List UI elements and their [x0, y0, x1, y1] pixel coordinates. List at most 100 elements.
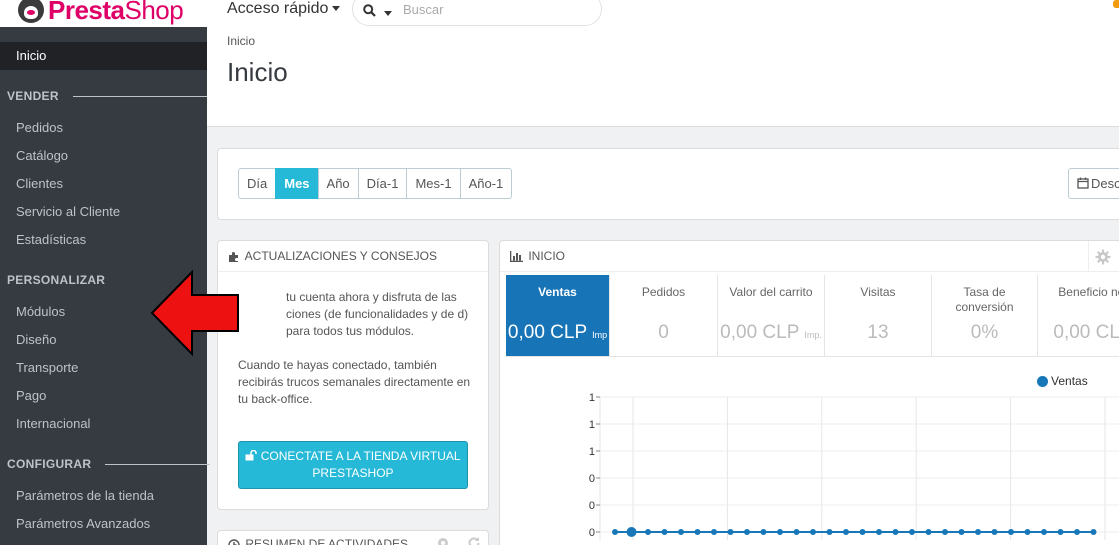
period-button-dia-1[interactable]: Día-1: [357, 168, 408, 199]
activity-panel: RESUMEN DE ACTIVIDADES: [217, 530, 489, 545]
kpi-value: 0,00 CLP Imp.: [720, 322, 822, 343]
data-point: [843, 529, 849, 535]
clock-icon: [228, 539, 240, 545]
kpi-value: 0,00 CLP Imp: [507, 322, 608, 343]
breadcrumb[interactable]: Inicio: [227, 34, 255, 48]
divider: [1088, 241, 1089, 272]
kpi-label: Valor del carrito: [729, 285, 813, 299]
data-point: [760, 529, 767, 535]
kpi-label: Beneficio net: [1058, 285, 1119, 299]
data-point: [727, 529, 734, 535]
page-header: Inicio Inicio: [207, 27, 1119, 127]
tips-panel-title: ACTUALIZACIONES Y CONSEJOS: [244, 249, 437, 263]
sidebar-item-inicio[interactable]: Inicio: [0, 42, 207, 70]
bar-chart-icon: [510, 251, 523, 263]
divider: [506, 356, 1119, 357]
chevron-down-icon: [332, 6, 341, 12]
date-range-button[interactable]: Desc: [1068, 168, 1119, 199]
refresh-icon[interactable]: [467, 536, 481, 545]
kpi-value: 0: [658, 322, 669, 343]
sidebar-item-clientes[interactable]: Clientes: [16, 176, 63, 191]
period-button-mes[interactable]: Mes: [275, 168, 319, 199]
logo-text-light: Shop: [124, 0, 184, 25]
logo-text-bold: Presta: [48, 0, 125, 25]
period-button-dia[interactable]: Día: [238, 168, 277, 199]
search-icon[interactable]: [363, 4, 376, 17]
kpi-visitas[interactable]: Visitas 13: [825, 275, 932, 356]
data-point: [626, 527, 637, 537]
data-point: [810, 529, 816, 535]
sidebar-section-configurar: CONFIGURAR: [7, 457, 211, 471]
kpi-value: 13: [867, 322, 889, 343]
data-point: [694, 529, 701, 535]
quick-access-dropdown[interactable]: Acceso rápido: [227, 0, 341, 18]
data-point: [612, 529, 618, 535]
sidebar-item-modulos[interactable]: Módulos: [16, 304, 65, 319]
sidebar-item-parametros-tienda[interactable]: Parámetros de la tienda: [16, 488, 154, 503]
kpi-label: Ventas: [538, 285, 577, 299]
period-button-mes-1[interactable]: Mes-1: [406, 168, 461, 199]
y-tick-label: 1: [589, 419, 595, 431]
kpi-value: 0%: [970, 322, 999, 343]
sidebar-item-parametros-avanzados[interactable]: Parámetros Avanzados: [16, 516, 150, 531]
tips-text-2: Cuando te hayas conectado, también recib…: [238, 358, 471, 406]
red-arrow-annotation: [150, 270, 239, 356]
kpi-label: Tasa de conversión: [955, 285, 1014, 314]
data-point: [1090, 529, 1097, 535]
kpi-value: 0,00 CLP: [1053, 322, 1119, 343]
kpi-label: Visitas: [860, 285, 896, 299]
period-selector-panel: Día Mes Año Día-1 Mes-1 Año-1 Desc: [217, 148, 1119, 220]
puffin-logo-icon: [18, 0, 44, 23]
gear-icon[interactable]: [1095, 249, 1111, 265]
y-tick-label: 0: [589, 473, 595, 485]
sidebar-item-transporte[interactable]: Transporte: [16, 360, 78, 375]
sidebar-item-internacional[interactable]: Internacional: [16, 416, 90, 431]
sidebar-item-diseno[interactable]: Diseño: [16, 332, 56, 347]
dashboard-panel: INICIO Ventas 0,00 CLP Imp Pedidos 0 Val…: [499, 240, 1119, 545]
search-type-chevron-icon[interactable]: [384, 11, 392, 16]
data-point: [909, 529, 915, 535]
prestashop-logo[interactable]: PrestaShop: [18, 0, 184, 25]
top-bar: PrestaShop Acceso rápido: [0, 0, 1119, 27]
date-range-label: Desc: [1091, 176, 1119, 191]
notification-indicator[interactable]: [1113, 0, 1119, 8]
sidebar-section-vender: VENDER: [7, 89, 210, 103]
sidebar-item-pedidos[interactable]: Pedidos: [16, 120, 63, 135]
dashboard-panel-heading: INICIO: [500, 241, 1119, 272]
y-tick-label: 0: [589, 527, 595, 539]
sidebar-item-pago[interactable]: Pago: [16, 388, 46, 403]
data-point: [1041, 529, 1047, 535]
kpi-pedidos[interactable]: Pedidos 0: [610, 275, 718, 356]
sidebar-item-servicio-cliente[interactable]: Servicio al Cliente: [16, 204, 120, 219]
data-point: [1024, 529, 1031, 535]
y-tick-label: 1: [589, 392, 595, 404]
kpi-beneficio-neto[interactable]: Beneficio net 0,00 CLP: [1038, 275, 1119, 356]
data-point: [1057, 529, 1064, 535]
data-point: [1008, 529, 1014, 535]
activity-panel-heading: RESUMEN DE ACTIVIDADES: [218, 531, 488, 545]
kpi-valor-carrito[interactable]: Valor del carrito 0,00 CLP Imp.: [718, 275, 825, 356]
activity-panel-title: RESUMEN DE ACTIVIDADES: [245, 537, 409, 545]
unlock-icon: [245, 449, 258, 461]
sales-chart[interactable]: 1 1 1 0 0 0: [500, 381, 1119, 545]
page-title: Inicio: [227, 57, 288, 87]
gear-icon[interactable]: [436, 536, 450, 545]
period-button-ano-1[interactable]: Año-1: [459, 168, 513, 199]
connect-store-button[interactable]: CONECTATE A LA TIENDA VIRTUAL PRESTASHOP: [238, 441, 468, 489]
data-point: [975, 529, 981, 535]
puzzle-icon: [229, 251, 238, 262]
data-point: [826, 529, 833, 535]
sidebar-item-estadisticas[interactable]: Estadísticas: [16, 232, 86, 247]
sidebar-item-catalogo[interactable]: Catálogo: [16, 148, 68, 163]
data-point: [876, 529, 882, 535]
sidebar-section-personalizar: PERSONALIZAR: [7, 273, 106, 287]
divider: [72, 95, 210, 97]
y-tick-label: 1: [589, 446, 595, 458]
period-button-ano[interactable]: Año: [317, 168, 359, 199]
kpi-tasa-conversion[interactable]: Tasa de conversión 0%: [932, 275, 1038, 356]
search-input[interactable]: [403, 2, 593, 17]
data-point: [777, 529, 783, 535]
tips-panel-heading: ACTUALIZACIONES Y CONSEJOS: [218, 241, 488, 272]
y-tick-label: 0: [589, 500, 595, 512]
kpi-ventas[interactable]: Ventas 0,00 CLP Imp: [506, 275, 610, 356]
